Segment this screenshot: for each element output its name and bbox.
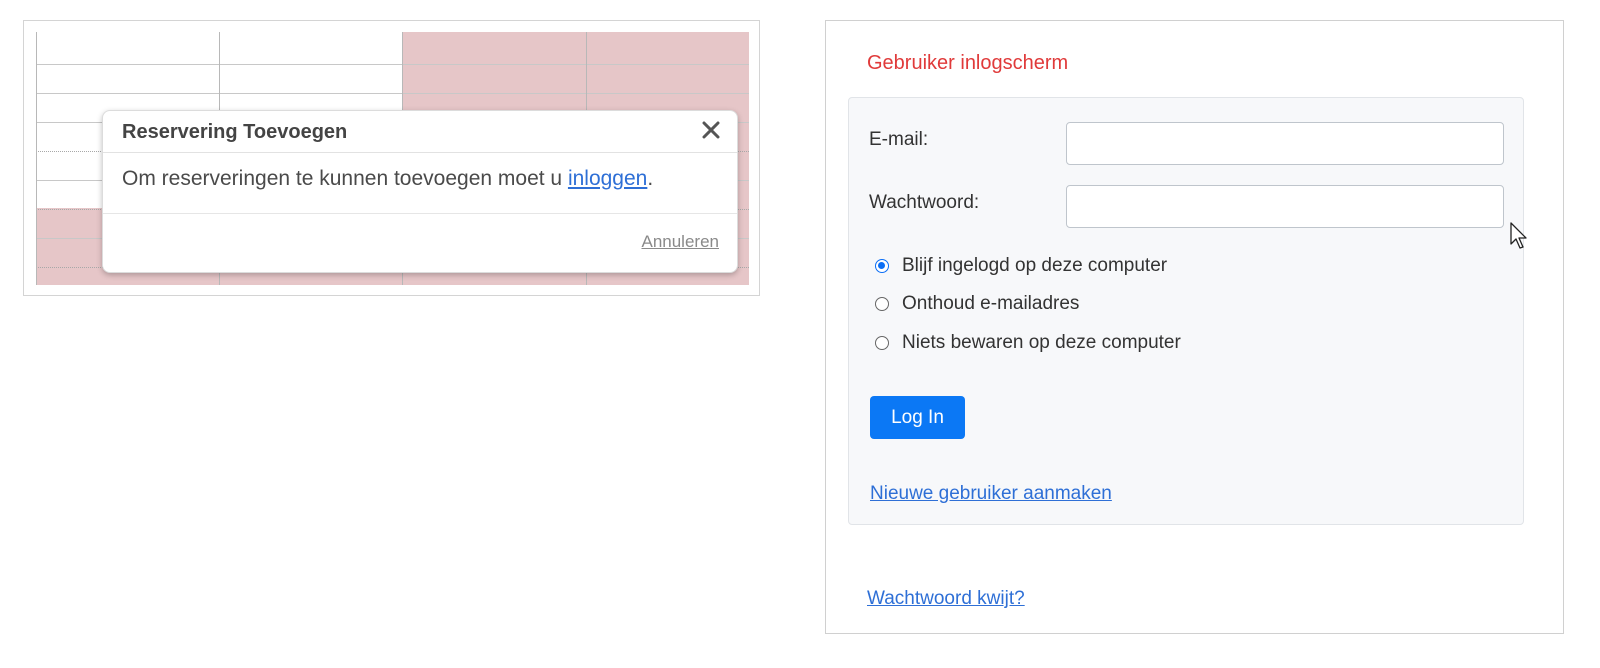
dialog-message-end: . [647,167,654,190]
radio-remember-email[interactable]: Onthoud e-mailadres [875,293,1079,315]
email-label: E-mail: [869,129,929,150]
grid-line [36,93,749,94]
password-field[interactable] [1066,185,1504,228]
login-button[interactable]: Log In [870,396,965,439]
radio-button[interactable] [875,336,889,350]
radio-label: Onthoud e-mailadres [902,293,1080,314]
radio-label: Blijf ingelogd op deze computer [902,255,1168,276]
grid-line [36,32,37,285]
email-field[interactable] [1066,122,1504,165]
dialog-footer: Annuleren [103,213,737,274]
add-reservation-dialog: Reservering Toevoegen Om reserveringen t… [102,110,738,273]
cancel-button[interactable]: Annuleren [641,232,719,252]
radio-button-checked[interactable] [875,259,889,273]
dialog-header: Reservering Toevoegen [103,111,737,153]
login-heading: Gebruiker inlogscherm [867,52,1069,74]
radio-label: Niets bewaren op deze computer [902,332,1181,353]
create-user-link[interactable]: Nieuwe gebruiker aanmaken [870,483,1112,505]
close-icon[interactable] [701,120,721,140]
mouse-pointer-icon [1510,222,1530,252]
radio-button[interactable] [875,297,889,311]
dialog-message: Om reserveringen te kunnen toevoegen moe… [122,167,653,191]
login-form: E-mail: Wachtwoord: Blijf ingelogd op de… [848,97,1524,525]
radio-stay-logged-in[interactable]: Blijf ingelogd op deze computer [875,255,1167,277]
dialog-message-text: Om reserveringen te kunnen toevoegen moe… [122,167,568,190]
password-label: Wachtwoord: [869,192,980,213]
login-panel: Gebruiker inlogscherm E-mail: Wachtwoord… [825,20,1564,634]
radio-save-nothing[interactable]: Niets bewaren op deze computer [875,332,1181,354]
dialog-title: Reservering Toevoegen [122,121,348,143]
forgot-password-link[interactable]: Wachtwoord kwijt? [867,588,1025,610]
login-link[interactable]: inloggen [568,167,647,190]
grid-line [36,64,749,65]
